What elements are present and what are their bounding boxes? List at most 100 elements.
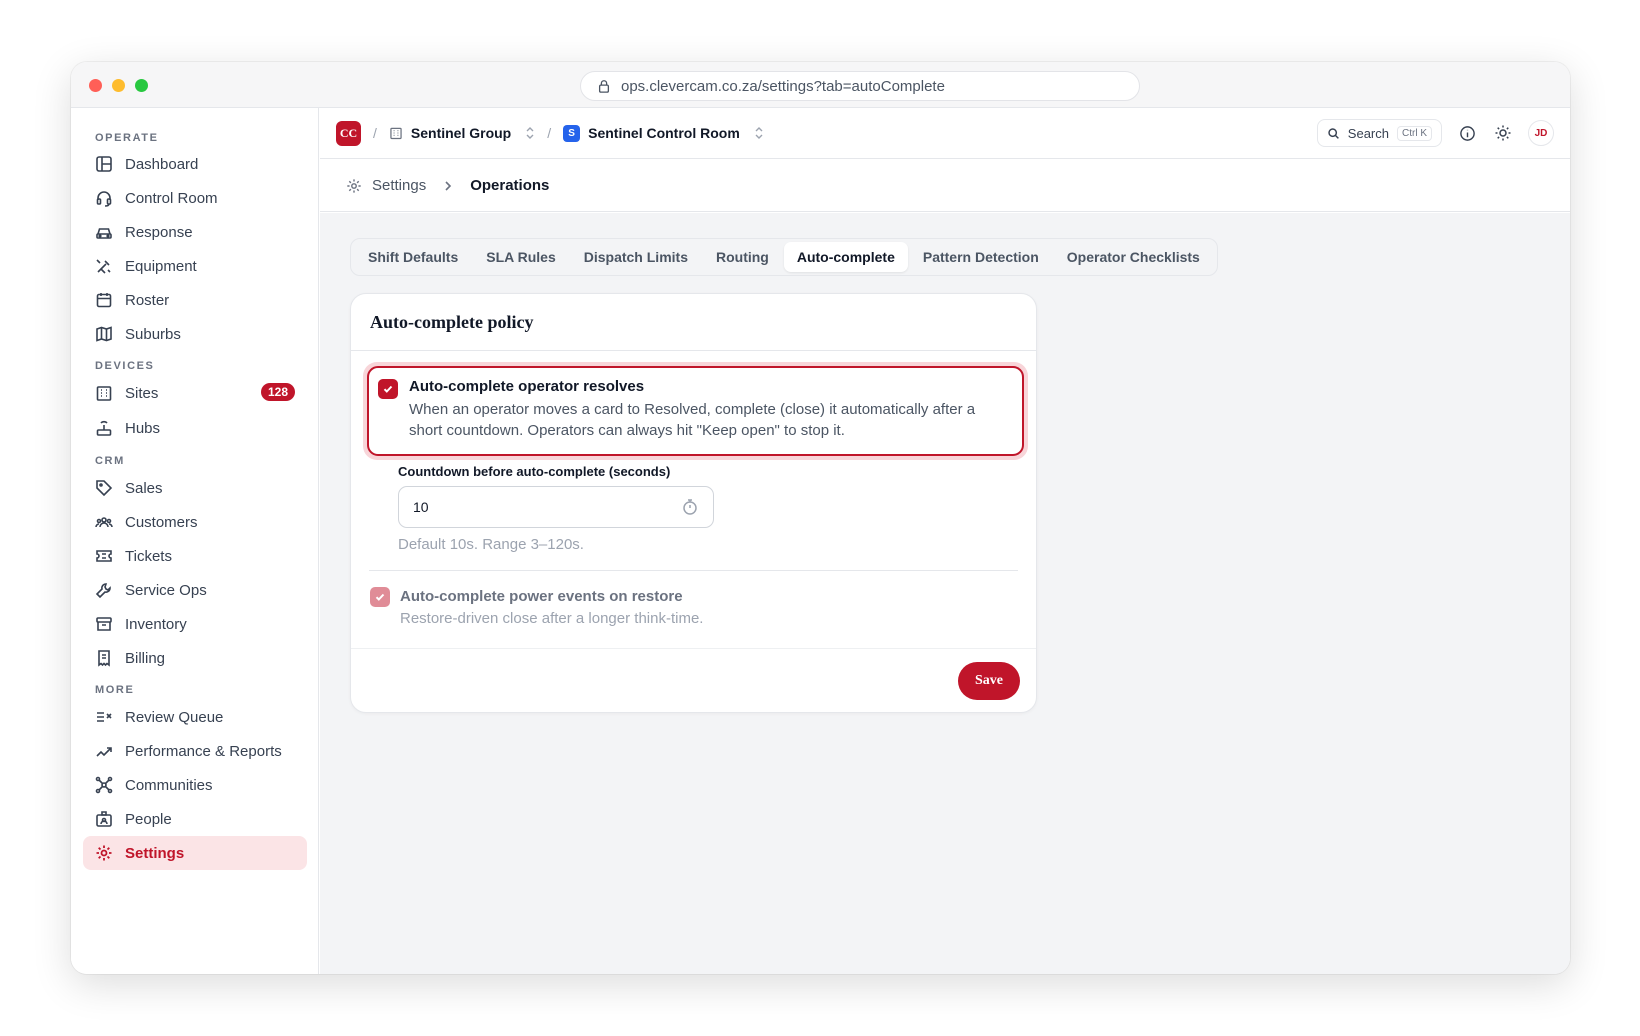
- main-content: Shift Defaults SLA Rules Dispatch Limits…: [320, 213, 1570, 974]
- countdown-input[interactable]: 10: [398, 486, 714, 528]
- section-label-devices: DEVICES: [95, 360, 155, 372]
- sidebar-item-label: Hubs: [125, 419, 161, 437]
- stopwatch-icon: [683, 499, 697, 515]
- minimize-window-button[interactable]: [112, 79, 125, 92]
- divider: [369, 570, 1018, 571]
- app-topbar: CC / Sentinel Group / S Sentinel Control…: [320, 108, 1570, 159]
- breadcrumb-separator: /: [547, 125, 552, 141]
- gear-icon: [96, 845, 112, 861]
- car-icon: [96, 228, 112, 239]
- tab-routing[interactable]: Routing: [703, 242, 782, 272]
- divider: [351, 350, 1036, 351]
- info-icon: [1459, 125, 1475, 141]
- countdown-value: 10: [413, 499, 429, 515]
- search-button[interactable]: Search Ctrl K: [1316, 119, 1442, 147]
- sidebar-item-sales[interactable]: Sales: [83, 471, 307, 505]
- theme-toggle-button[interactable]: [1492, 122, 1514, 144]
- power-events-checkbox[interactable]: [370, 587, 390, 607]
- sidebar-item-equipment[interactable]: Equipment: [83, 249, 307, 283]
- map-icon: [96, 326, 112, 342]
- sidebar-item-label: Response: [125, 223, 193, 241]
- sidebar-item-sites[interactable]: Sites 128: [83, 376, 307, 410]
- sidebar-item-label: Sales: [125, 479, 163, 497]
- sun-icon: [1495, 125, 1511, 141]
- tab-shift-defaults[interactable]: Shift Defaults: [355, 242, 471, 272]
- tab-operator-checklists[interactable]: Operator Checklists: [1054, 242, 1213, 272]
- sidebar-item-communities[interactable]: Communities: [83, 768, 307, 802]
- building-icon: [390, 127, 402, 140]
- calendar-icon: [96, 293, 112, 308]
- tools-icon: [96, 259, 111, 274]
- power-events-title: Auto-complete power events on restore: [400, 588, 683, 605]
- sidebar-item-customers[interactable]: Customers: [83, 505, 307, 539]
- dashboard-icon: [96, 156, 112, 172]
- page-title: Operations: [470, 177, 550, 194]
- check-icon: [383, 385, 393, 393]
- url-text: ops.clevercam.co.za/settings?tab=autoCom…: [621, 77, 945, 95]
- close-window-button[interactable]: [89, 79, 102, 92]
- sidebar-item-performance-reports[interactable]: Performance & Reports: [83, 734, 307, 768]
- operator-resolves-title: Auto-complete operator resolves: [409, 378, 645, 395]
- trend-icon: [96, 747, 112, 757]
- sidebar-item-hubs[interactable]: Hubs: [83, 411, 307, 445]
- sidebar-item-tickets[interactable]: Tickets: [83, 539, 307, 573]
- info-button[interactable]: [1456, 122, 1478, 144]
- operator-resolves-checkbox[interactable]: [378, 379, 398, 399]
- gear-icon: [347, 178, 361, 193]
- section-label-more: MORE: [95, 684, 135, 696]
- sidebar-item-settings[interactable]: Settings: [83, 836, 307, 870]
- org-switcher[interactable]: Sentinel Group: [389, 125, 535, 141]
- sidebar-item-suburbs[interactable]: Suburbs: [83, 317, 307, 351]
- sidebar-item-label: Tickets: [125, 547, 172, 565]
- sidebar-item-roster[interactable]: Roster: [83, 283, 307, 317]
- section-label-operate: OPERATE: [95, 132, 159, 144]
- sidebar-item-label: Roster: [125, 291, 170, 309]
- app-logo[interactable]: CC: [336, 120, 361, 146]
- sidebar-item-service-ops[interactable]: Service Ops: [83, 573, 307, 607]
- sidebar-item-label: Settings: [125, 844, 185, 862]
- sidebar-item-label: Performance & Reports: [125, 742, 282, 760]
- operator-resolves-option-box[interactable]: Auto-complete operator resolves When an …: [367, 366, 1024, 456]
- sidebar-item-review-queue[interactable]: Review Queue: [83, 700, 307, 734]
- page-breadcrumb: Settings Operations: [320, 160, 1570, 212]
- countdown-help-text: Default 10s. Range 3–120s.: [398, 536, 584, 553]
- sidebar-item-control-room[interactable]: Control Room: [83, 181, 307, 215]
- operator-resolves-description: When an operator moves a card to Resolve…: [409, 401, 976, 439]
- tab-pattern-detection[interactable]: Pattern Detection: [910, 242, 1052, 272]
- sidebar-item-label: Billing: [125, 649, 166, 667]
- sidebar-item-billing[interactable]: Billing: [83, 641, 307, 675]
- tab-dispatch-limits[interactable]: Dispatch Limits: [571, 242, 701, 272]
- operator-resolves-option: Auto-complete operator resolves When an …: [363, 362, 1028, 460]
- sidebar-item-response[interactable]: Response: [83, 215, 307, 249]
- settings-tabs: Shift Defaults SLA Rules Dispatch Limits…: [350, 238, 1218, 276]
- wrench-icon: [95, 583, 111, 599]
- list-check-icon: [97, 712, 112, 722]
- receipt-icon: [98, 650, 110, 667]
- building-icon: [96, 386, 112, 401]
- tab-auto-complete[interactable]: Auto-complete: [783, 242, 908, 272]
- chevron-up-down-icon: [526, 127, 534, 139]
- sidebar-item-inventory[interactable]: Inventory: [83, 607, 307, 641]
- maximize-window-button[interactable]: [135, 79, 148, 92]
- headset-icon: [96, 191, 112, 207]
- section-label-crm: CRM: [95, 455, 125, 467]
- tag-icon: [96, 480, 113, 497]
- sidebar-item-label: Control Room: [125, 189, 218, 207]
- tab-sla-rules[interactable]: SLA Rules: [473, 242, 569, 272]
- sidebar-item-dashboard[interactable]: Dashboard: [83, 147, 307, 181]
- user-avatar[interactable]: JD: [1528, 120, 1554, 146]
- address-bar[interactable]: ops.clevercam.co.za/settings?tab=autoCom…: [580, 71, 1140, 101]
- control-room-switcher[interactable]: S Sentinel Control Room: [563, 124, 764, 142]
- sites-count-badge: 128: [260, 383, 295, 401]
- breadcrumb-separator: /: [373, 125, 377, 141]
- sidebar-item-people[interactable]: People: [83, 802, 307, 836]
- sidebar-item-label: Communities: [125, 776, 213, 794]
- archive-icon: [96, 617, 112, 631]
- save-button[interactable]: Save: [958, 662, 1020, 700]
- sidebar-item-label: Suburbs: [125, 325, 181, 343]
- breadcrumb-settings-link[interactable]: Settings: [372, 177, 426, 194]
- search-shortcut: Ctrl K: [1397, 125, 1432, 141]
- sidebar-item-label: Service Ops: [125, 581, 207, 599]
- power-events-description: Restore-driven close after a longer thin…: [400, 610, 704, 627]
- lock-icon: [598, 80, 610, 93]
